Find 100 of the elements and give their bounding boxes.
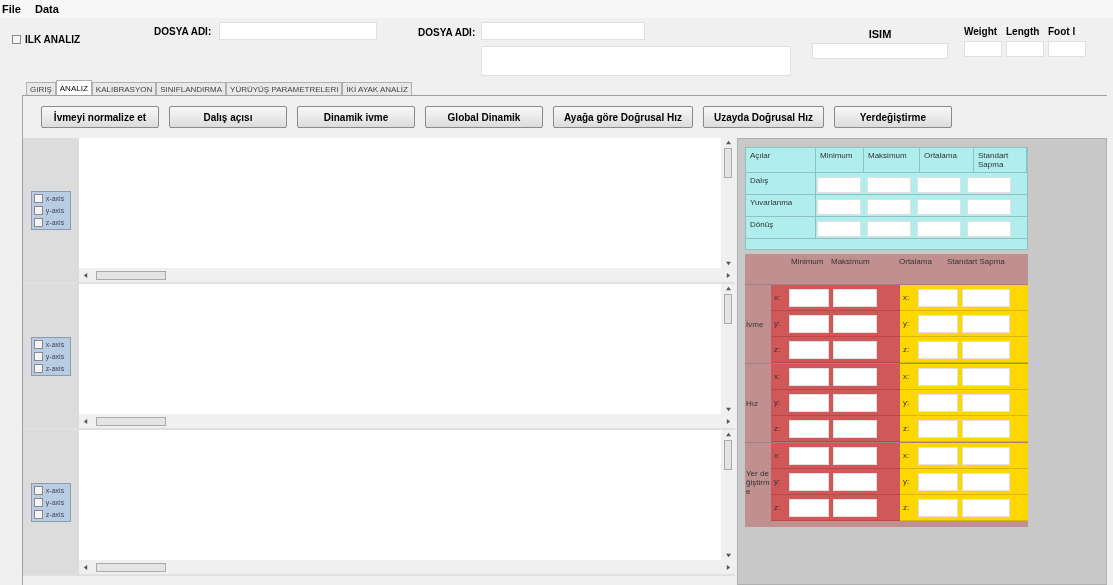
input-field[interactable]	[918, 498, 958, 517]
input-field[interactable]	[481, 46, 792, 76]
input-field[interactable]	[917, 221, 961, 237]
action-button[interactable]: Uzayda Doğrusal Hız	[703, 106, 824, 128]
input-field[interactable]	[918, 419, 958, 438]
tab[interactable]: İKİ AYAK ANALİZ	[342, 82, 412, 95]
checkbox[interactable]	[33, 363, 43, 373]
input-field[interactable]	[962, 288, 1010, 307]
input-field[interactable]	[867, 177, 911, 193]
input-field[interactable]	[962, 340, 1010, 359]
input-field[interactable]	[833, 288, 877, 307]
action-button[interactable]: Dalış açısı	[169, 106, 287, 128]
input-field[interactable]	[918, 472, 958, 491]
input-field[interactable]	[967, 221, 1011, 237]
input-field[interactable]	[962, 314, 1010, 333]
input-field[interactable]	[789, 472, 829, 491]
scrollbar-thumb[interactable]	[724, 440, 732, 470]
input-field[interactable]	[833, 393, 877, 412]
input-field[interactable]	[962, 367, 1010, 386]
checkbox[interactable]	[33, 193, 43, 203]
checkbox[interactable]	[33, 339, 43, 349]
input-field[interactable]	[833, 340, 877, 359]
input-field[interactable]	[833, 314, 877, 333]
arrow-icon[interactable]	[83, 564, 88, 570]
arrow-icon[interactable]	[83, 272, 88, 278]
input-field[interactable]	[789, 340, 829, 359]
input-field[interactable]	[917, 177, 961, 193]
scrollbar-thumb[interactable]	[724, 148, 732, 178]
arrow-icon[interactable]	[725, 432, 731, 437]
tab[interactable]: KALIBRASYON	[91, 82, 157, 95]
action-button[interactable]: Global Dinamik	[425, 106, 543, 128]
input-field[interactable]	[867, 221, 911, 237]
input-field[interactable]	[833, 472, 877, 491]
input-field[interactable]	[918, 314, 958, 333]
input-field[interactable]	[833, 446, 877, 465]
input-field[interactable]	[789, 498, 829, 517]
input-field[interactable]	[817, 199, 861, 215]
axis-label: y:	[902, 396, 911, 409]
horizontal-scrollbar[interactable]	[79, 414, 735, 428]
checkbox[interactable]	[33, 351, 43, 361]
tab[interactable]: GIRIŞ	[26, 82, 56, 95]
input-field[interactable]	[789, 419, 829, 438]
checkbox[interactable]	[33, 217, 43, 227]
input-field[interactable]	[967, 177, 1011, 193]
input-field[interactable]	[789, 446, 829, 465]
action-button[interactable]: Yerdeğiştirme	[833, 106, 952, 128]
input-field[interactable]	[918, 393, 958, 412]
input-field[interactable]	[1006, 41, 1044, 57]
arrow-icon[interactable]	[725, 140, 731, 145]
checkbox[interactable]	[33, 497, 43, 507]
input-field[interactable]	[219, 22, 378, 40]
input-field[interactable]	[833, 367, 877, 386]
tab[interactable]: YÜRÜYÜŞ PARAMETRELERI	[226, 82, 343, 95]
input-field[interactable]	[964, 41, 1002, 57]
horizontal-scrollbar[interactable]	[79, 268, 735, 282]
input-field[interactable]	[962, 393, 1010, 412]
input-field[interactable]	[918, 367, 958, 386]
tab[interactable]: SINIFLANDIRMA	[156, 82, 227, 95]
checkbox[interactable]	[33, 205, 43, 215]
input-field[interactable]	[1048, 41, 1086, 57]
checkbox[interactable]	[12, 35, 21, 44]
input-field[interactable]	[962, 472, 1010, 491]
scrollbar-thumb[interactable]	[96, 562, 166, 572]
input-field[interactable]	[789, 393, 829, 412]
input-field[interactable]	[833, 419, 877, 438]
input-field[interactable]	[812, 42, 948, 59]
input-field[interactable]	[918, 446, 958, 465]
input-field[interactable]	[918, 288, 958, 307]
input-field[interactable]	[833, 498, 877, 517]
vertical-scrollbar[interactable]	[721, 284, 735, 414]
scrollbar-thumb[interactable]	[724, 294, 732, 324]
input-field[interactable]	[789, 288, 829, 307]
arrow-icon[interactable]	[83, 418, 88, 424]
input-field[interactable]	[917, 199, 961, 215]
horizontal-scrollbar[interactable]	[79, 560, 735, 574]
scrollbar-thumb[interactable]	[96, 416, 166, 426]
scrollbar-thumb[interactable]	[96, 270, 166, 280]
input-field[interactable]	[918, 340, 958, 359]
menu-item[interactable]: Data	[34, 0, 59, 18]
input-field[interactable]	[789, 367, 829, 386]
input-field[interactable]	[481, 22, 646, 40]
axis-label: y:	[773, 317, 782, 330]
arrow-icon[interactable]	[725, 286, 731, 291]
tab[interactable]: ANALIZ	[55, 80, 92, 95]
input-field[interactable]	[867, 199, 911, 215]
input-field[interactable]	[817, 177, 861, 193]
menu-item[interactable]: File	[2, 0, 21, 18]
action-button[interactable]: Ayağa göre Doğrusal Hız	[553, 106, 693, 128]
checkbox[interactable]	[33, 509, 43, 519]
input-field[interactable]	[789, 314, 829, 333]
checkbox[interactable]	[33, 485, 43, 495]
input-field[interactable]	[962, 446, 1010, 465]
input-field[interactable]	[962, 498, 1010, 517]
input-field[interactable]	[817, 221, 861, 237]
action-button[interactable]: Dinamik ivme	[297, 106, 415, 128]
action-button[interactable]: İvmeyi normalize et	[41, 106, 159, 128]
axis-label: y:	[902, 317, 911, 330]
vertical-scrollbar[interactable]	[721, 430, 735, 560]
input-field[interactable]	[962, 419, 1010, 438]
input-field[interactable]	[967, 199, 1011, 215]
